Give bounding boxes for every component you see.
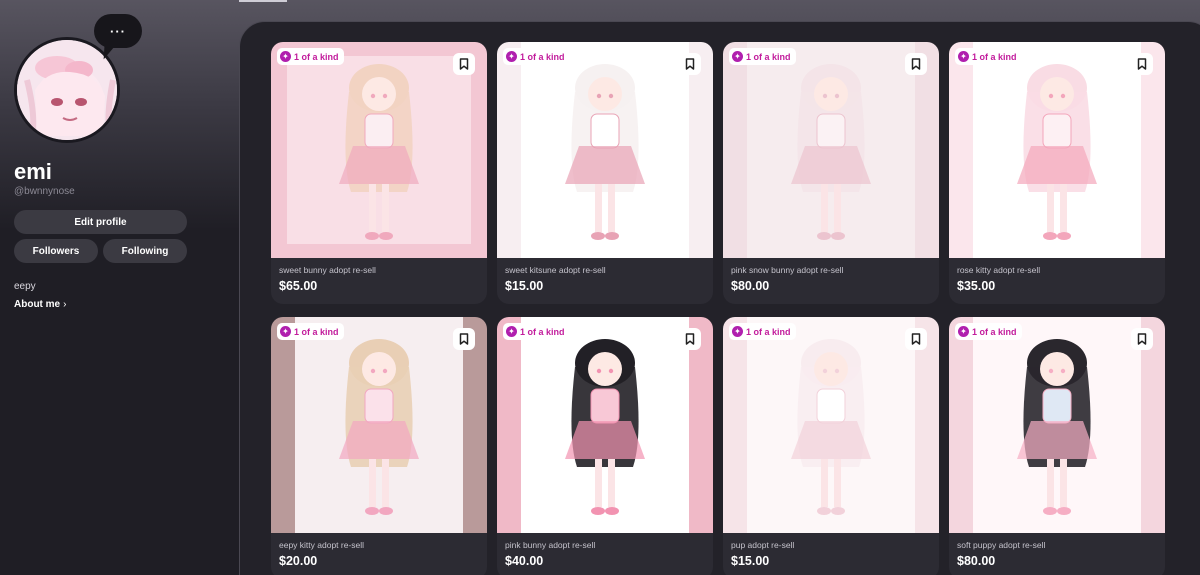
badge-label: 1 of a kind [972, 51, 1017, 62]
edit-profile-button[interactable]: Edit profile [14, 210, 187, 234]
listing-price: $20.00 [279, 554, 318, 568]
bookmark-button[interactable] [1131, 328, 1153, 350]
badge-label: 1 of a kind [294, 51, 339, 62]
bookmark-icon [911, 58, 921, 70]
listing-card[interactable]: ✦ 1 of a kind eepy kitty adopt re-sell $… [271, 317, 487, 575]
listing-card[interactable]: ✦ 1 of a kind sweet bunny adopt re-sell … [271, 42, 487, 304]
listing-thumbnail[interactable] [949, 42, 1165, 258]
one-of-a-kind-badge: ✦ 1 of a kind [955, 48, 1022, 65]
listing-thumbnail[interactable] [497, 317, 713, 533]
badge-label: 1 of a kind [520, 326, 565, 337]
badge-label: 1 of a kind [746, 51, 791, 62]
listing-title[interactable]: rose kitty adopt re-sell [957, 265, 1040, 275]
bookmark-button[interactable] [679, 328, 701, 350]
listing-price: $35.00 [957, 279, 996, 293]
bookmark-icon [1137, 58, 1147, 70]
badge-label: 1 of a kind [294, 326, 339, 337]
sparkle-icon: ✦ [280, 326, 291, 337]
listing-card[interactable]: ✦ 1 of a kind pup adopt re-sell $15.00 [723, 317, 939, 575]
bookmark-button[interactable] [1131, 53, 1153, 75]
listing-title[interactable]: sweet kitsune adopt re-sell [505, 265, 606, 275]
about-me-label: About me [14, 299, 61, 310]
listing-card[interactable]: ✦ 1 of a kind pink bunny adopt re-sell $… [497, 317, 713, 575]
profile-handle: @bwnnynose [14, 186, 75, 197]
one-of-a-kind-badge: ✦ 1 of a kind [277, 48, 344, 65]
listing-price: $40.00 [505, 554, 544, 568]
listing-title[interactable]: pink bunny adopt re-sell [505, 540, 595, 550]
bookmark-button[interactable] [679, 53, 701, 75]
listing-price: $15.00 [731, 554, 770, 568]
sparkle-icon: ✦ [732, 326, 743, 337]
one-of-a-kind-badge: ✦ 1 of a kind [729, 48, 796, 65]
badge-label: 1 of a kind [520, 51, 565, 62]
listing-thumbnail[interactable] [497, 42, 713, 258]
sparkle-icon: ✦ [280, 51, 291, 62]
more-icon: ··· [110, 23, 126, 39]
bookmark-button[interactable] [453, 328, 475, 350]
one-of-a-kind-badge: ✦ 1 of a kind [955, 323, 1022, 340]
bookmark-icon [685, 58, 695, 70]
bookmark-icon [1137, 333, 1147, 345]
listing-card[interactable]: ✦ 1 of a kind pink snow bunny adopt re-s… [723, 42, 939, 304]
active-tab-indicator [239, 0, 287, 2]
bookmark-button[interactable] [453, 53, 475, 75]
sparkle-icon: ✦ [506, 51, 517, 62]
listing-card[interactable]: ✦ 1 of a kind sweet kitsune adopt re-sel… [497, 42, 713, 304]
listing-title[interactable]: pink snow bunny adopt re-sell [731, 265, 843, 275]
listing-title[interactable]: soft puppy adopt re-sell [957, 540, 1045, 550]
one-of-a-kind-badge: ✦ 1 of a kind [503, 48, 570, 65]
listing-thumbnail[interactable] [271, 42, 487, 258]
listing-thumbnail[interactable] [723, 317, 939, 533]
profile-bio: eepy [14, 281, 36, 292]
bookmark-icon [459, 333, 469, 345]
listing-price: $80.00 [731, 279, 770, 293]
profile-sidebar: ··· emi @bwnnynose Edit profile Follower… [0, 0, 220, 575]
about-me-link[interactable]: About me › [14, 299, 66, 310]
followers-button[interactable]: Followers [14, 239, 98, 263]
bookmark-button[interactable] [905, 328, 927, 350]
bookmark-icon [685, 333, 695, 345]
listing-title[interactable]: sweet bunny adopt re-sell [279, 265, 376, 275]
listing-thumbnail[interactable] [723, 42, 939, 258]
sparkle-icon: ✦ [958, 51, 969, 62]
listing-card[interactable]: ✦ 1 of a kind rose kitty adopt re-sell $… [949, 42, 1165, 304]
listing-thumbnail[interactable] [271, 317, 487, 533]
sparkle-icon: ✦ [732, 51, 743, 62]
profile-name: emi [14, 159, 52, 184]
following-button[interactable]: Following [103, 239, 187, 263]
one-of-a-kind-badge: ✦ 1 of a kind [729, 323, 796, 340]
listing-thumbnail[interactable] [949, 317, 1165, 533]
badge-label: 1 of a kind [746, 326, 791, 337]
bookmark-button[interactable] [905, 53, 927, 75]
one-of-a-kind-badge: ✦ 1 of a kind [277, 323, 344, 340]
sparkle-icon: ✦ [506, 326, 517, 337]
listing-title[interactable]: pup adopt re-sell [731, 540, 794, 550]
listing-price: $65.00 [279, 279, 318, 293]
listing-title[interactable]: eepy kitty adopt re-sell [279, 540, 364, 550]
one-of-a-kind-badge: ✦ 1 of a kind [503, 323, 570, 340]
sparkle-icon: ✦ [958, 326, 969, 337]
more-options-button[interactable]: ··· [94, 14, 142, 48]
bookmark-icon [911, 333, 921, 345]
badge-label: 1 of a kind [972, 326, 1017, 337]
listing-price: $15.00 [505, 279, 544, 293]
bookmark-icon [459, 58, 469, 70]
listing-price: $80.00 [957, 554, 996, 568]
listing-card[interactable]: ✦ 1 of a kind soft puppy adopt re-sell $… [949, 317, 1165, 575]
chevron-right-icon: › [63, 299, 67, 310]
